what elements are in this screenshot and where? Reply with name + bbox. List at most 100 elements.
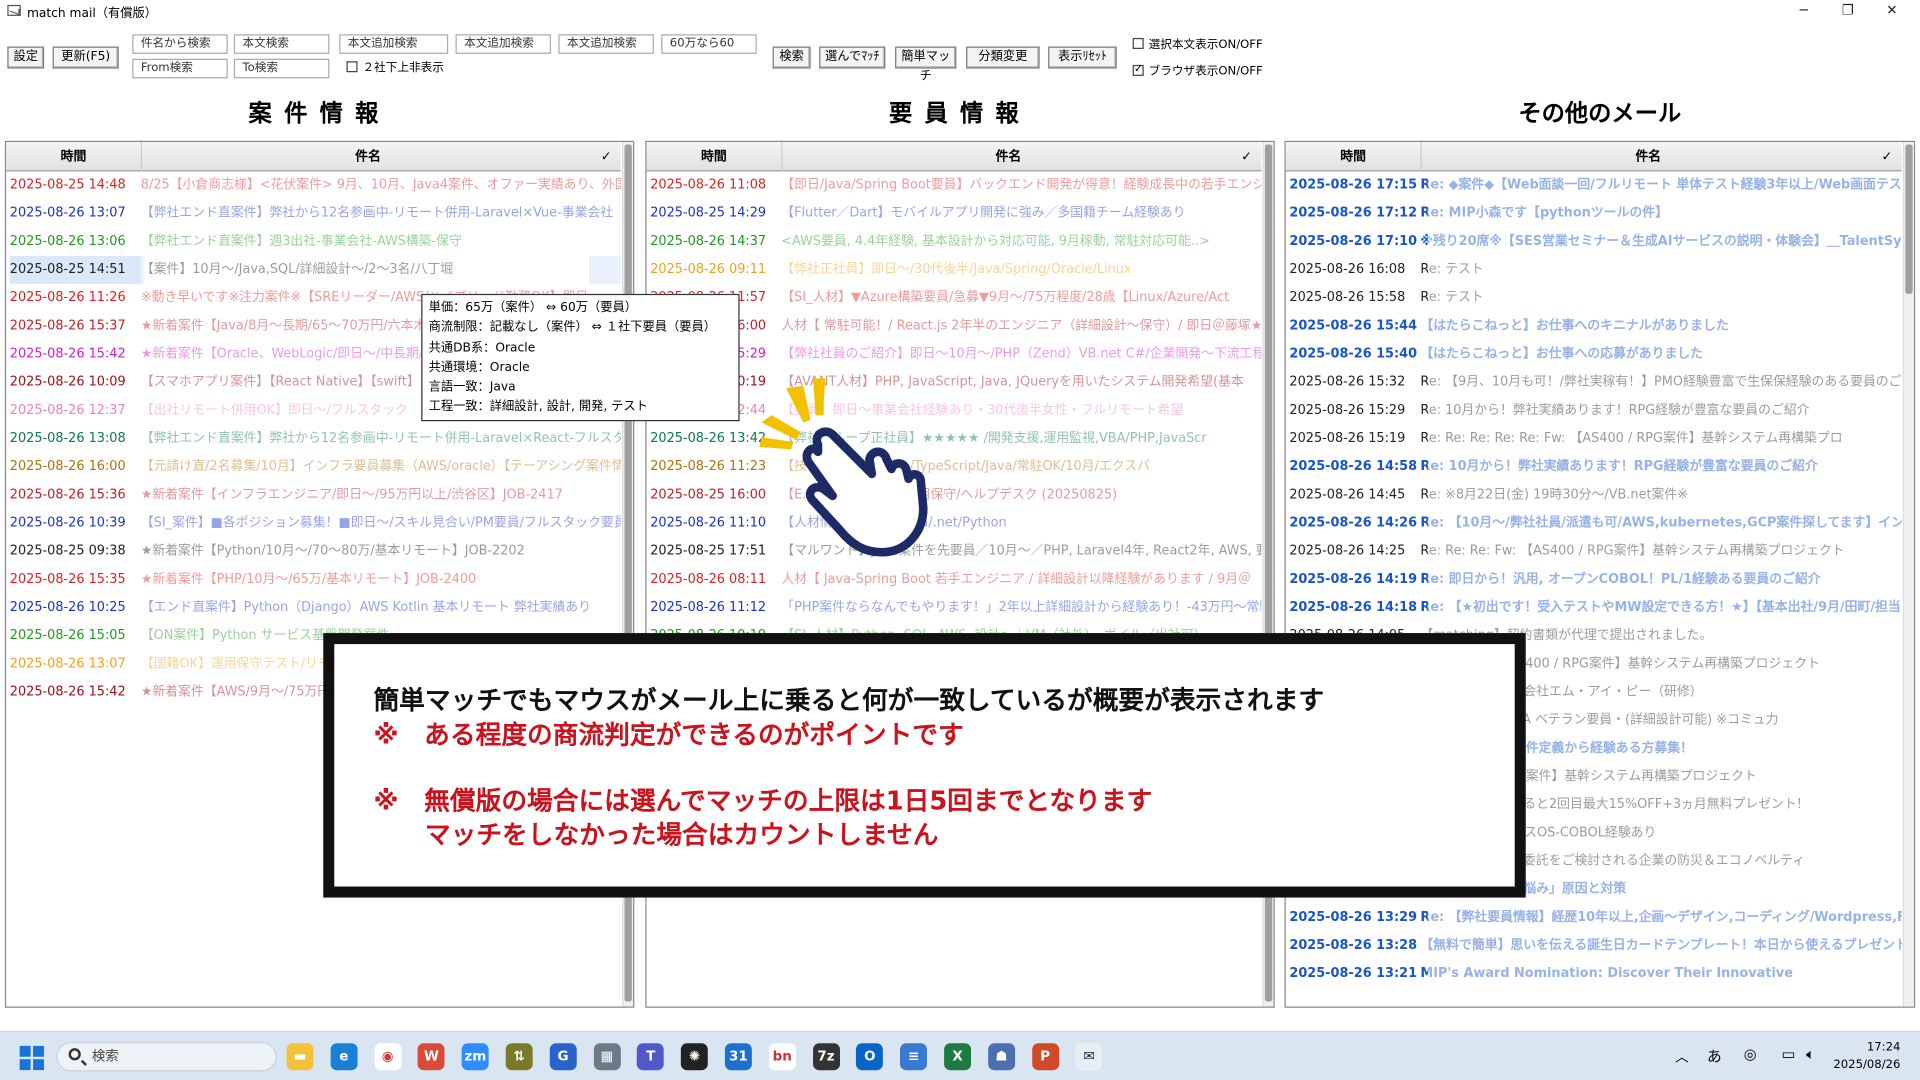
- mail-time: 2025-08-26 14:25: [1289, 543, 1406, 559]
- word-app-icon[interactable]: W: [418, 1043, 445, 1071]
- mail-time: 2025-08-26 16:08: [1289, 262, 1406, 277]
- toggle-browser-checkbox[interactable]: ブラウザ表示ON/OFF: [1132, 62, 1263, 80]
- copilot-icon[interactable]: ◎: [1744, 1046, 1757, 1063]
- body-add-search-input-1[interactable]: 本文追加検索: [339, 34, 449, 54]
- body-add-search-input-3[interactable]: 本文追加検索: [558, 34, 654, 54]
- mail-time: 2025-08-26 14:19: [1289, 571, 1418, 587]
- list-header: 時間 件名 ✓: [1285, 142, 1902, 172]
- notepad-icon[interactable]: ≡: [900, 1043, 928, 1071]
- list-header: 時間 件名 ✓: [646, 142, 1262, 172]
- col-time[interactable]: 時間: [1286, 142, 1421, 171]
- mail-time: 2025-08-26 08:11: [650, 571, 767, 587]
- calendar-icon[interactable]: 31: [724, 1043, 752, 1071]
- file-explorer-icon[interactable]: ▬: [286, 1043, 314, 1071]
- teams-icon[interactable]: T: [637, 1043, 665, 1071]
- checkbox-box[interactable]: [1132, 37, 1144, 49]
- scrollbar-thumb[interactable]: [1905, 144, 1913, 294]
- mail-time: 2025-08-25 14:29: [650, 205, 767, 221]
- to-search-input[interactable]: To検索: [233, 58, 330, 79]
- network-icon[interactable]: ▭: [1782, 1046, 1796, 1063]
- select-match-button[interactable]: 選んでﾏｯﾁ: [819, 46, 886, 69]
- mail-time: 2025-08-26 15:42: [9, 346, 126, 362]
- windows-start-icon[interactable]: [19, 1045, 45, 1071]
- tooltip-line: 工程一致：詳細設計, 設計, 開発, テスト: [428, 401, 648, 415]
- hide-two-companies-label: ２社下上非表示: [362, 61, 444, 75]
- refresh-button[interactable]: 更新(F5): [52, 46, 119, 69]
- list-header: 時間 件名 ✓: [6, 142, 621, 172]
- subject-search-input[interactable]: 件名から検索: [132, 34, 228, 54]
- mail-time: 2025-08-26 14:26: [1289, 515, 1418, 531]
- calculator-icon[interactable]: ▦: [593, 1043, 621, 1071]
- mail-time: 2025-08-26 15:29: [1289, 402, 1406, 418]
- search-button[interactable]: 検索: [772, 46, 811, 69]
- toggle-browser-label: ブラウザ表示ON/OFF: [1148, 64, 1263, 79]
- taskbar: 検索 ▬ e ◉ Wzm ⇅ G ▦ T ✺ 31 bn 7z O ≡ X ☗ P ✉ ︿ あ ◎ ▭ 🔈︎ 17…: [0, 1031, 1920, 1080]
- col-time[interactable]: 時間: [6, 142, 141, 171]
- people-app-icon[interactable]: ☗: [987, 1043, 1015, 1071]
- network-tool-icon[interactable]: ⇅: [505, 1043, 533, 1071]
- mail-app-icon[interactable]: ✉: [1075, 1043, 1103, 1071]
- ime-indicator[interactable]: あ: [1707, 1046, 1722, 1067]
- outlook-icon[interactable]: O: [856, 1043, 884, 1071]
- col-check[interactable]: ✓: [1877, 142, 1897, 171]
- body-search-input[interactable]: 本文検索: [233, 34, 330, 54]
- col-subject[interactable]: 件名: [1420, 142, 1874, 172]
- mail-time: 2025-08-26 10:39: [9, 515, 126, 531]
- hide-two-companies-checkbox[interactable]: ２社下上非表示: [346, 61, 444, 76]
- mail-time: 2025-08-26 13:29: [1289, 909, 1418, 925]
- info-banner: 簡単マッチでもマウスがメール上に乗ると何が一致しているが概要が表示されます ※ …: [323, 633, 1526, 898]
- tooltip-line: 言語一致：Java: [428, 381, 516, 395]
- maximize-button[interactable]: ❐: [1829, 1, 1866, 21]
- powerpoint-icon[interactable]: P: [1031, 1043, 1059, 1071]
- clock-time: 17:24: [1866, 1040, 1901, 1055]
- display-reset-button[interactable]: 表示ﾘｾｯﾄ: [1048, 46, 1117, 69]
- mail-time: 2025-08-26 17:12: [1289, 205, 1418, 221]
- title-bar: match mail（有償版） ─ ❐ ✕: [0, 0, 1920, 23]
- mail-time: 2025-08-26 11:26: [9, 290, 126, 305]
- g-app-icon[interactable]: G: [549, 1043, 577, 1071]
- chrome-icon[interactable]: ◉: [374, 1043, 402, 1071]
- mail-time: 2025-08-26 17:10: [1289, 233, 1418, 249]
- mail-time: 2025-08-26 12:37: [9, 402, 126, 418]
- tooltip-line: 共通DB系：Oracle: [428, 341, 536, 355]
- col-subject[interactable]: 件名: [140, 142, 594, 172]
- taskbar-search[interactable]: 検索: [56, 1042, 277, 1072]
- easy-match-button[interactable]: 簡単マッチ: [895, 46, 957, 83]
- mail-time: 2025-08-26 15:32: [1289, 374, 1406, 390]
- edge-icon[interactable]: e: [330, 1043, 358, 1071]
- body-add-search-input-2[interactable]: 本文追加検索: [455, 34, 552, 54]
- checkbox-box[interactable]: [1132, 62, 1144, 77]
- close-button[interactable]: ✕: [1873, 1, 1910, 21]
- mail-time: 2025-08-26 15:58: [1289, 290, 1406, 305]
- banner-line-1: 簡単マッチでもマウスがメール上に乗ると何が一致しているが概要が表示されます: [373, 685, 1325, 716]
- col-subject[interactable]: 件名: [781, 142, 1234, 172]
- tooltip-line: 商流制限：記載なし（案件） ⇔ １社下要員（要員）: [428, 321, 717, 335]
- mail-time: 2025-08-26 09:11: [650, 262, 767, 277]
- col-time[interactable]: 時間: [647, 142, 782, 171]
- mail-time: 2025-08-26 13:07: [9, 205, 126, 221]
- scrollbar[interactable]: [1902, 142, 1914, 1007]
- from-search-input[interactable]: From検索: [132, 58, 228, 79]
- mail-time: 2025-08-26 15:05: [9, 628, 126, 643]
- minimize-button[interactable]: ─: [1785, 1, 1822, 21]
- members-panel-title: 要員情報: [888, 100, 1032, 128]
- 7zip-icon[interactable]: 7z: [812, 1043, 840, 1071]
- chevron-up-icon[interactable]: ︿: [1675, 1047, 1688, 1067]
- mail-time: 2025-08-25 09:38: [9, 543, 126, 559]
- chatgpt-icon[interactable]: ✺: [681, 1043, 708, 1071]
- excel-icon[interactable]: X: [944, 1043, 972, 1071]
- checkbox-box[interactable]: [346, 61, 358, 73]
- bn-app-icon[interactable]: bn: [768, 1043, 796, 1071]
- mail-time: 2025-08-25 14:51: [9, 255, 145, 285]
- settings-button[interactable]: 設定: [7, 46, 45, 69]
- price-input[interactable]: 60万なら60: [661, 34, 757, 54]
- col-check[interactable]: ✓: [1237, 142, 1257, 171]
- tooltip-line: 共通環境：Oracle: [428, 361, 530, 375]
- clock[interactable]: 17:24 2025/08/26: [1833, 1040, 1900, 1074]
- zoom-icon[interactable]: zm: [461, 1043, 489, 1071]
- toggle-body-checkbox[interactable]: 選択本文表示ON/OFF: [1132, 37, 1263, 53]
- col-check[interactable]: ✓: [596, 142, 616, 171]
- volume-icon[interactable]: 🔈︎: [1806, 1046, 1815, 1064]
- mail-time: 2025-08-26 13:06: [9, 233, 126, 249]
- class-change-button[interactable]: 分類変更: [966, 46, 1040, 69]
